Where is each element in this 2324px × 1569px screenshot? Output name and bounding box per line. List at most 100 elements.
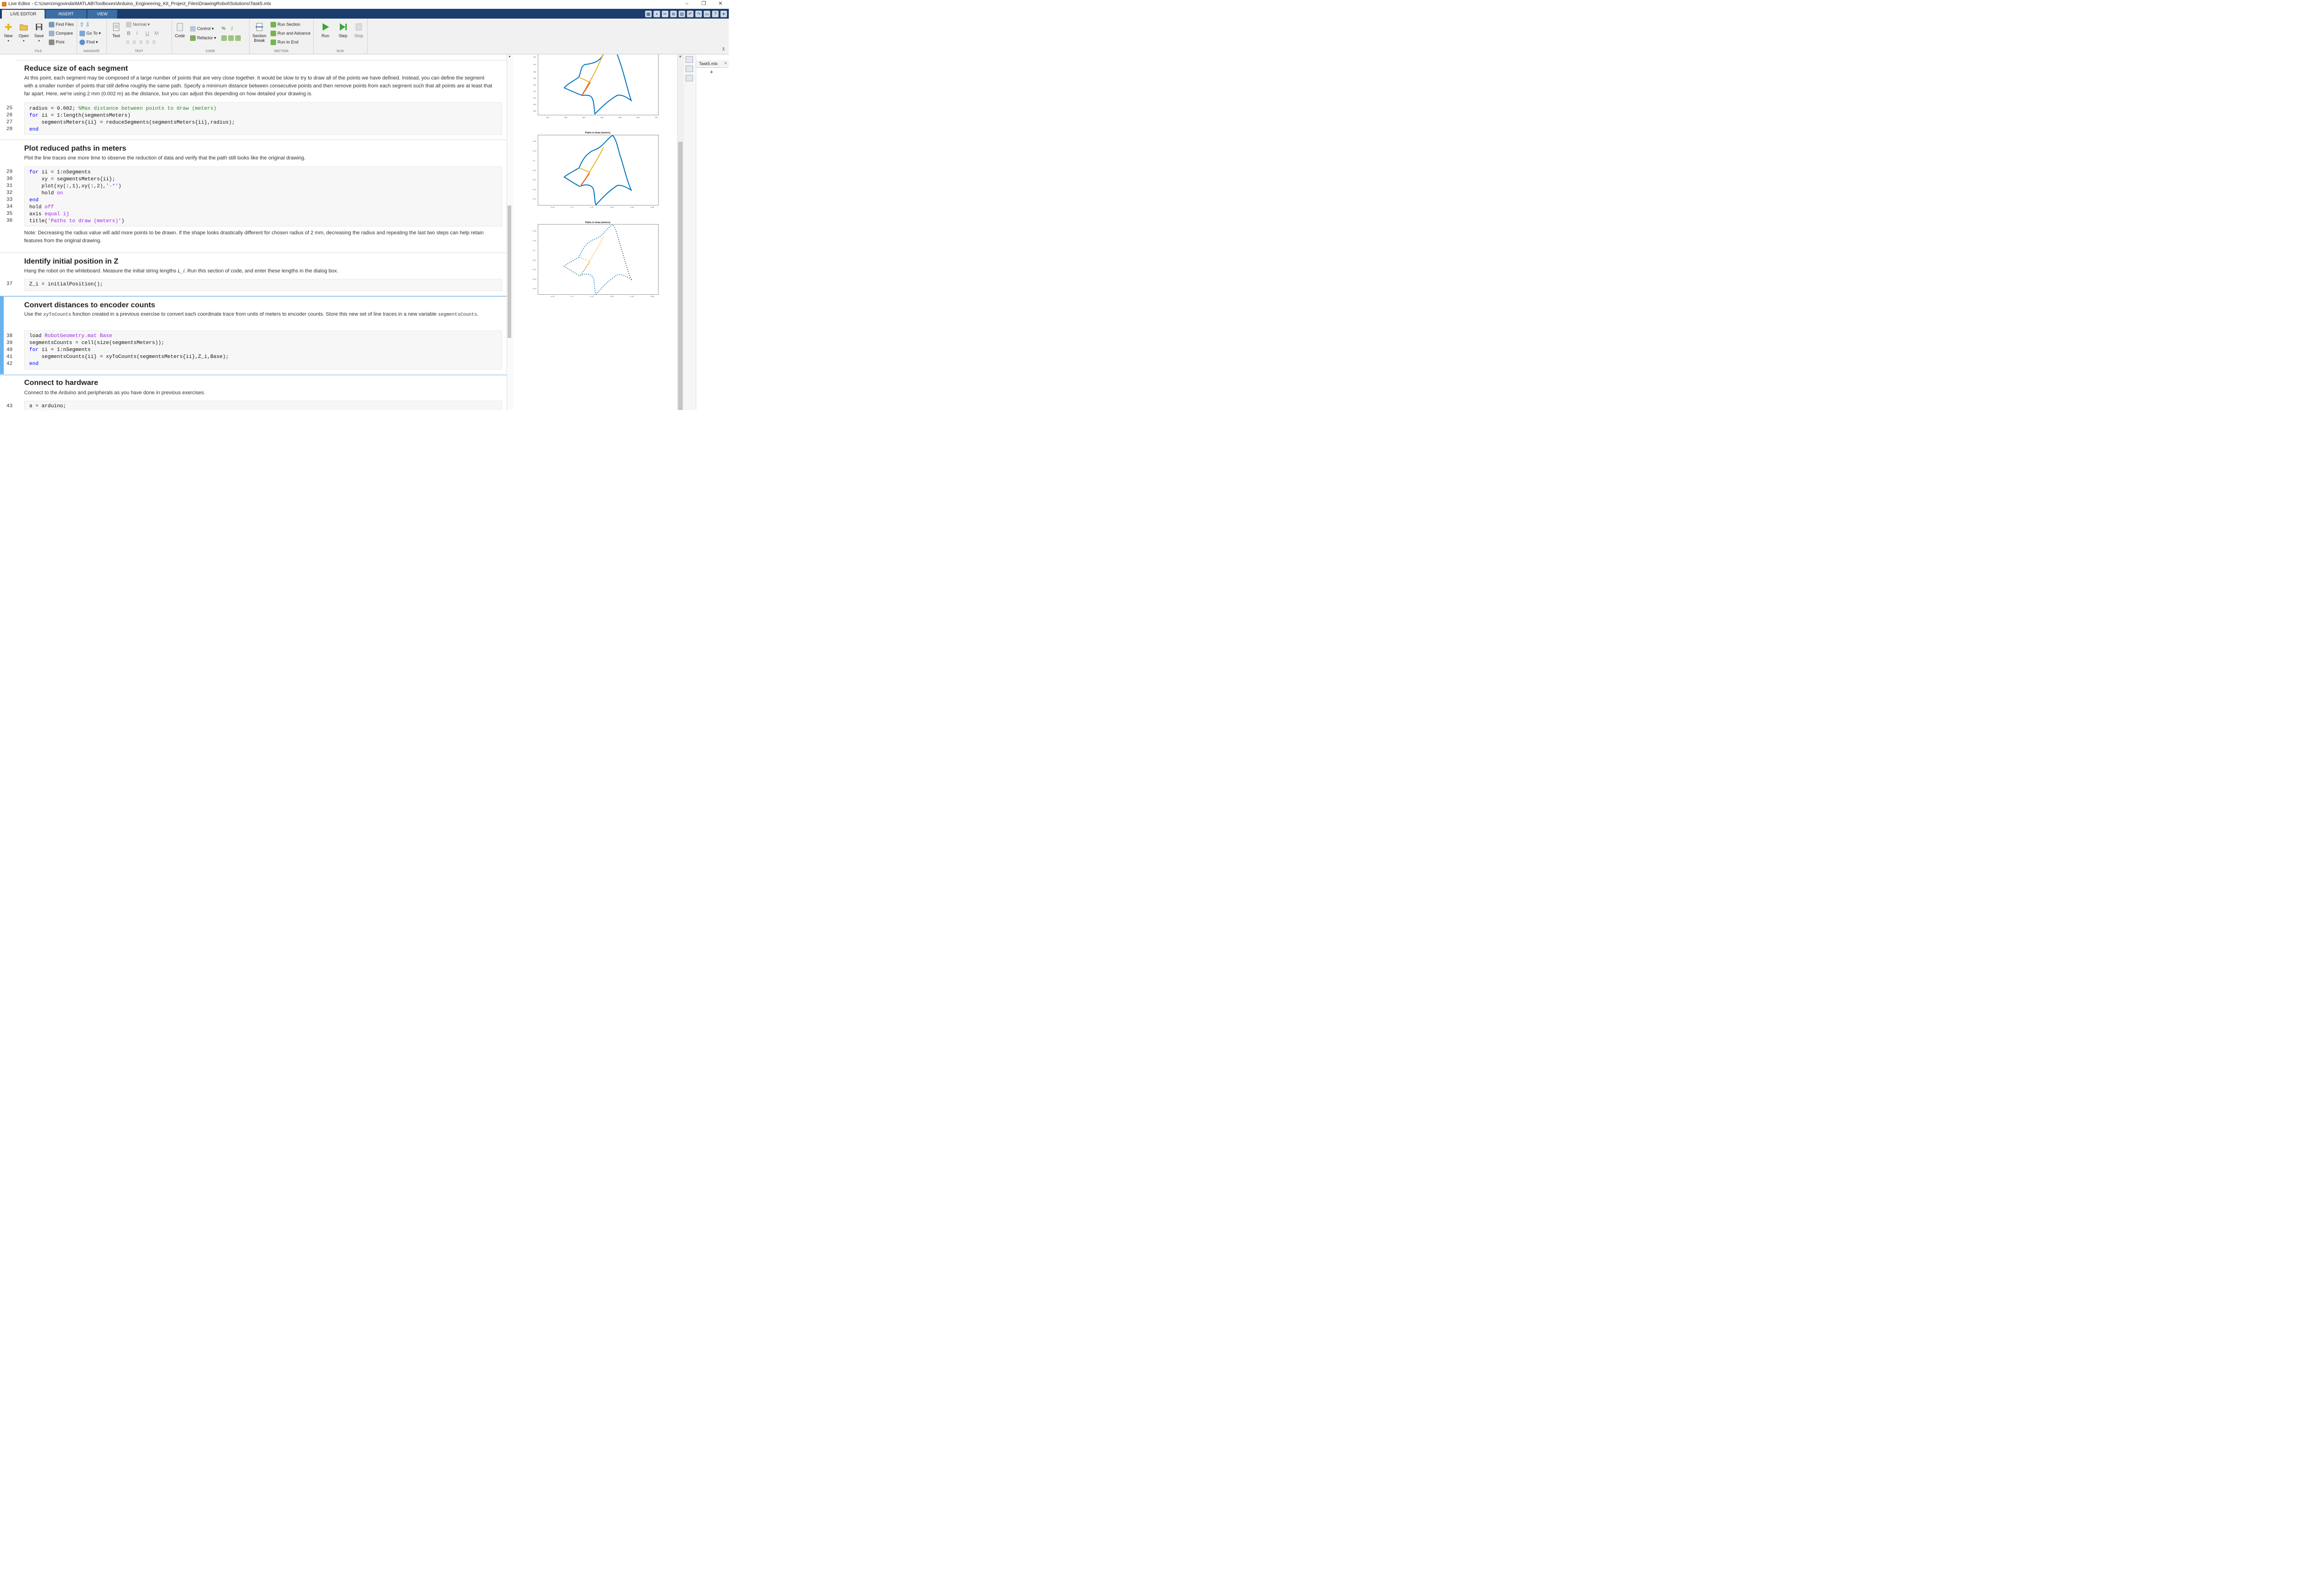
section-break-button[interactable]: Section Break — [251, 22, 268, 43]
y-tick: 0.18 — [532, 229, 536, 232]
run-advance-button[interactable]: Run and Advance — [270, 30, 310, 36]
go-to-button[interactable]: Go To ▾ — [79, 30, 101, 36]
section-text[interactable]: Plot the line traces one more time to ob… — [24, 154, 494, 162]
code-button[interactable]: Code — [174, 22, 185, 38]
tab-view[interactable]: VIEW — [87, 9, 117, 19]
underline-button[interactable]: U — [145, 31, 149, 36]
section-note[interactable]: Note: Decreasing the radius value will a… — [24, 229, 494, 245]
tab-live-editor[interactable]: LIVE EDITOR — [1, 9, 45, 19]
y-tick: 0.18 — [532, 139, 536, 142]
figure-reduced-lines[interactable] — [537, 134, 659, 206]
save-label: Save — [34, 33, 44, 38]
code-block[interactable]: Z_i = initialPosition(); — [24, 278, 502, 291]
output-scroll-up-icon[interactable]: ▲ — [679, 55, 682, 58]
run-section-label: Run Section — [277, 22, 301, 27]
undo-icon[interactable]: ↶ — [687, 10, 693, 17]
step-button[interactable]: Step — [337, 22, 350, 38]
restore-button[interactable]: ❐ — [695, 0, 712, 9]
compare-button[interactable]: Compare — [48, 30, 73, 36]
switch-window-icon[interactable]: ▭ — [703, 10, 710, 17]
code-block[interactable]: radius = 0.002; %Max distance between po… — [24, 102, 502, 135]
text-run: . Run this section of code, and enter th… — [184, 268, 338, 274]
code-string: RobotGeometry.mat Base — [45, 333, 112, 339]
list-align-icons[interactable]: ☰☰☰☰☰ — [126, 40, 158, 45]
hide-code-icon[interactable] — [685, 74, 693, 81]
code-block[interactable]: load RobotGeometry.mat Base segmentsCoun… — [24, 330, 502, 370]
italic-button[interactable]: I — [136, 31, 138, 36]
code-line: end — [29, 198, 39, 203]
output-right-icon[interactable] — [685, 65, 693, 72]
file-tab[interactable]: Task5.mlx ✕ — [696, 60, 729, 68]
control-dropdown[interactable]: Control ▾ — [190, 26, 214, 32]
code-token: ) — [118, 183, 122, 189]
paste-icon[interactable]: ▤ — [678, 10, 685, 17]
keyword: end — [29, 361, 39, 367]
step-icon — [339, 23, 347, 31]
run-section-button[interactable]: Run Section — [270, 21, 301, 27]
up-down-arrows[interactable]: ⇧ ⇩ — [79, 21, 90, 28]
uncomment-icon[interactable]: ⁒ — [231, 26, 233, 31]
section-heading[interactable]: Identify initial position in Z — [24, 258, 119, 266]
new-tab-icon[interactable]: + — [710, 68, 713, 75]
bold-button[interactable]: B — [127, 31, 131, 36]
stop-button[interactable]: Stop — [352, 22, 365, 38]
comment-icon[interactable]: % — [222, 26, 225, 31]
section-text[interactable]: At this point, each segment may be compo… — [24, 74, 494, 98]
find-button[interactable]: Find ▾ — [79, 39, 98, 45]
scroll-up-icon[interactable]: ▲ — [508, 55, 511, 58]
editor-pane: Reduce size of each segment At this poin… — [0, 54, 507, 410]
style-dropdown[interactable]: Normal ▾ — [125, 21, 150, 27]
copy-icon[interactable]: ⧉ — [670, 10, 677, 17]
indent-icons[interactable] — [221, 35, 242, 41]
save-icon[interactable]: ▪ — [653, 10, 660, 17]
section-heading[interactable]: Reduce size of each segment — [24, 65, 128, 73]
section-text[interactable]: Hang the robot on the whiteboard. Measur… — [24, 267, 494, 275]
section-text[interactable]: Connect to the Arduino and peripherals a… — [24, 389, 494, 397]
minimize-button[interactable]: – — [679, 0, 695, 9]
refactor-dropdown[interactable]: Refactor ▾ — [190, 35, 216, 41]
text-variable: L_i — [178, 268, 185, 274]
run-group-label: RUN — [337, 49, 344, 53]
code-block[interactable]: a = arduino; — [24, 400, 502, 410]
tab-insert[interactable]: INSERT — [45, 9, 86, 19]
code-token: segmentsCounts{ii} = xyToCounts(segments… — [29, 354, 229, 360]
layout-icon[interactable]: ▦ — [645, 10, 652, 17]
text-variable: segmentsCounts — [438, 312, 477, 318]
output-inline-icon[interactable] — [685, 56, 693, 63]
monospace-button[interactable]: M — [154, 31, 158, 36]
code-label: Code — [175, 33, 185, 38]
section-text[interactable]: Use the xyToCounts function created in a… — [24, 311, 494, 319]
expand-icon[interactable]: ▾ — [720, 10, 727, 17]
run-group: Run Step Stop RUN — [313, 18, 368, 54]
figure-reduced-points[interactable] — [537, 224, 659, 295]
text-button[interactable]: Text — [110, 22, 122, 38]
collapse-ribbon-icon[interactable]: ⊼ — [722, 47, 725, 52]
section-heading[interactable]: Convert distances to encoder counts — [24, 301, 155, 310]
print-button[interactable]: Print — [48, 39, 65, 45]
code-block[interactable]: for ii = 1:nSegments xy = segmentsMeters… — [24, 166, 502, 226]
code-token: load — [29, 333, 45, 339]
editor-scroll-thumb[interactable] — [507, 205, 511, 338]
run-to-end-button[interactable]: Run to End — [270, 39, 298, 45]
cut-icon[interactable]: ✂ — [661, 10, 668, 17]
figure-title: Paths to draw (meters) — [585, 131, 610, 134]
text-run: function created in a previous exercise … — [71, 311, 438, 317]
figure-pixels[interactable] — [537, 54, 659, 115]
help-icon[interactable]: ? — [712, 10, 719, 17]
section-break-icon — [255, 23, 263, 31]
redo-icon[interactable]: ↷ — [695, 10, 702, 17]
arrow-up-icon: ⇧ — [79, 21, 85, 28]
run-button[interactable]: Run — [319, 22, 332, 38]
close-button[interactable]: ✕ — [712, 0, 729, 9]
find-files-button[interactable]: Find Files — [48, 21, 74, 27]
control-icon — [190, 26, 196, 32]
section-heading[interactable]: Connect to hardware — [24, 379, 98, 387]
save-button[interactable]: Save ▾ — [33, 22, 45, 43]
open-button[interactable]: Open ▾ — [18, 22, 30, 43]
app: Live Editor - C:\Users\mgovinda\MATLAB\T… — [0, 0, 729, 410]
section-heading[interactable]: Plot reduced paths in meters — [24, 145, 126, 153]
close-tab-icon[interactable]: ✕ — [724, 61, 727, 66]
print-label: Print — [55, 40, 65, 45]
new-button[interactable]: New ▾ — [3, 22, 14, 43]
output-scroll-thumb[interactable] — [678, 141, 683, 410]
